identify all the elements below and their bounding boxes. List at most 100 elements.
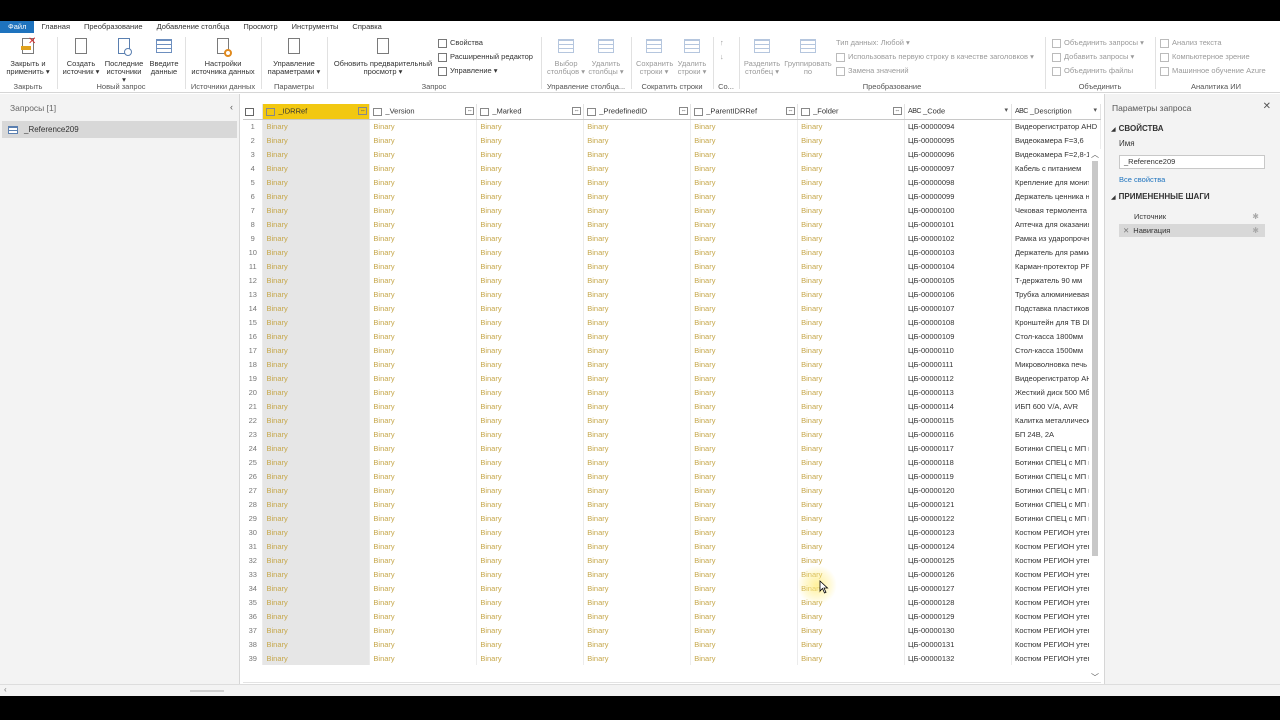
code-cell[interactable]: ЦБ-00000103 (904, 245, 1012, 259)
binary-cell[interactable]: Binary (797, 623, 906, 637)
binary-cell[interactable]: Binary (476, 539, 585, 553)
binary-cell[interactable]: Binary (369, 119, 478, 133)
code-cell[interactable]: ЦБ-00000115 (904, 413, 1012, 427)
binary-cell[interactable]: Binary (690, 203, 799, 217)
step-settings-gear-icon[interactable]: ✱ (1252, 210, 1259, 223)
code-cell[interactable]: ЦБ-00000105 (904, 273, 1012, 287)
binary-cell[interactable]: Binary (690, 329, 799, 343)
code-cell[interactable]: ЦБ-00000110 (904, 343, 1012, 357)
binary-cell[interactable]: Binary (262, 469, 371, 483)
binary-cell[interactable]: Binary (476, 511, 585, 525)
binary-cell[interactable]: Binary (583, 483, 692, 497)
row-number[interactable]: 16 (243, 329, 264, 343)
binary-cell[interactable]: Binary (369, 357, 478, 371)
binary-cell[interactable]: Binary (262, 483, 371, 497)
binary-cell[interactable]: Binary (476, 623, 585, 637)
binary-cell[interactable]: Binary (797, 525, 906, 539)
description-cell[interactable]: Ботинки СПЕЦ с МП ис (1011, 483, 1101, 497)
expand-column-icon[interactable]: ⇔ (893, 107, 903, 115)
binary-cell[interactable]: Binary (690, 441, 799, 455)
binary-cell[interactable]: Binary (583, 511, 692, 525)
binary-cell[interactable]: Binary (369, 399, 478, 413)
column-header[interactable]: ABC _Description ▾ (1011, 104, 1101, 120)
binary-cell[interactable]: Binary (262, 161, 371, 175)
binary-cell[interactable]: Binary (476, 329, 585, 343)
append-queries-button[interactable]: Добавить запросы ▾ (1052, 51, 1134, 63)
code-cell[interactable]: ЦБ-00000129 (904, 609, 1012, 623)
row-number[interactable]: 18 (243, 357, 264, 371)
binary-cell[interactable]: Binary (690, 161, 799, 175)
row-number[interactable]: 3 (243, 147, 264, 161)
binary-cell[interactable]: Binary (369, 483, 478, 497)
binary-cell[interactable]: Binary (262, 175, 371, 189)
binary-cell[interactable]: Binary (797, 385, 906, 399)
code-cell[interactable]: ЦБ-00000101 (904, 217, 1012, 231)
binary-cell[interactable]: Binary (369, 273, 478, 287)
code-cell[interactable]: ЦБ-00000119 (904, 469, 1012, 483)
binary-cell[interactable]: Binary (369, 413, 478, 427)
binary-cell[interactable]: Binary (797, 175, 906, 189)
binary-cell[interactable]: Binary (476, 231, 585, 245)
binary-cell[interactable]: Binary (369, 147, 478, 161)
code-cell[interactable]: ЦБ-00000109 (904, 329, 1012, 343)
code-cell[interactable]: ЦБ-00000113 (904, 385, 1012, 399)
binary-cell[interactable]: Binary (797, 329, 906, 343)
binary-cell[interactable]: Binary (262, 287, 371, 301)
binary-cell[interactable]: Binary (690, 231, 799, 245)
binary-cell[interactable]: Binary (583, 469, 692, 483)
binary-cell[interactable]: Binary (262, 497, 371, 511)
column-header[interactable]: _PredefinedID ⇔ (583, 104, 692, 120)
binary-cell[interactable]: Binary (369, 259, 478, 273)
binary-cell[interactable]: Binary (476, 147, 585, 161)
binary-cell[interactable]: Binary (262, 259, 371, 273)
expand-column-icon[interactable]: ⇔ (572, 107, 582, 115)
binary-cell[interactable]: Binary (262, 595, 371, 609)
description-cell[interactable]: Видеорегистратор AHD (1011, 119, 1101, 133)
binary-cell[interactable]: Binary (262, 623, 371, 637)
description-cell[interactable]: Костюм РЕГИОН утепл (1011, 651, 1101, 665)
description-cell[interactable]: Аптечка для оказания (1011, 217, 1101, 231)
code-cell[interactable]: ЦБ-00000125 (904, 553, 1012, 567)
row-number[interactable]: 22 (243, 413, 264, 427)
row-number[interactable]: 6 (243, 189, 264, 203)
binary-cell[interactable]: Binary (583, 287, 692, 301)
tab-tools[interactable]: Инструменты (285, 21, 346, 33)
binary-cell[interactable]: Binary (797, 315, 906, 329)
row-number[interactable]: 24 (243, 441, 264, 455)
code-cell[interactable]: ЦБ-00000114 (904, 399, 1012, 413)
binary-cell[interactable]: Binary (690, 651, 799, 665)
binary-cell[interactable]: Binary (262, 455, 371, 469)
properties-section-header[interactable]: ◢ СВОЙСТВА (1111, 124, 1164, 133)
description-cell[interactable]: ИБП 600 V/A, AVR (1011, 399, 1101, 413)
row-number[interactable]: 32 (243, 553, 264, 567)
binary-cell[interactable]: Binary (583, 455, 692, 469)
row-number[interactable]: 33 (243, 567, 264, 581)
binary-cell[interactable]: Binary (797, 427, 906, 441)
column-header[interactable]: _Folder ⇔ (797, 104, 906, 120)
code-cell[interactable]: ЦБ-00000116 (904, 427, 1012, 441)
description-cell[interactable]: Ботинки СПЕЦ с МП ис (1011, 511, 1101, 525)
binary-cell[interactable]: Binary (369, 315, 478, 329)
advanced-editor-button[interactable]: Расширенный редактор (438, 51, 533, 63)
remove-rows-button[interactable]: Удалить строки ▾ (674, 37, 710, 76)
code-cell[interactable]: ЦБ-00000117 (904, 441, 1012, 455)
row-number[interactable]: 11 (243, 259, 264, 273)
binary-cell[interactable]: Binary (797, 609, 906, 623)
code-cell[interactable]: ЦБ-00000127 (904, 581, 1012, 595)
text-analytics-button[interactable]: Анализ текста (1160, 37, 1222, 49)
description-cell[interactable]: Жесткий диск 500 Мб (1011, 385, 1101, 399)
table-menu-icon[interactable] (243, 104, 264, 120)
binary-type-icon[interactable] (266, 107, 276, 116)
group-by-button[interactable]: Группировать по (782, 37, 834, 76)
code-cell[interactable]: ЦБ-00000131 (904, 637, 1012, 651)
text-type-icon[interactable]: ABC (908, 108, 921, 116)
binary-cell[interactable]: Binary (690, 469, 799, 483)
description-cell[interactable]: Кронштейн для ТВ DNS (1011, 315, 1101, 329)
binary-cell[interactable]: Binary (476, 357, 585, 371)
code-cell[interactable]: ЦБ-00000123 (904, 525, 1012, 539)
description-cell[interactable]: БП 24В, 2А (1011, 427, 1101, 441)
binary-cell[interactable]: Binary (690, 427, 799, 441)
scroll-up-icon[interactable]: ︿ (1091, 149, 1099, 160)
vision-button[interactable]: Компьютерное зрение (1160, 51, 1250, 63)
description-cell[interactable]: Видеорегистратор AHD (1011, 371, 1101, 385)
